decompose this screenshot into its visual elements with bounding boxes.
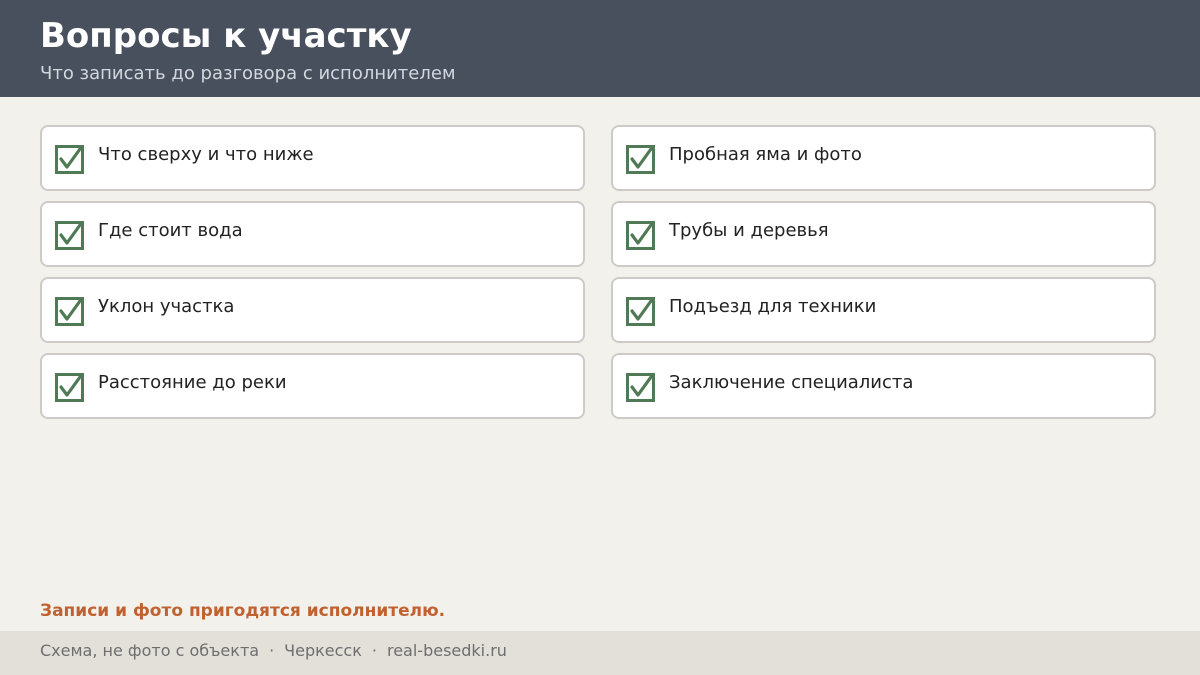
checkbox-checked-icon[interactable] [55,221,84,250]
checklist-item-label: Расстояние до реки [98,372,287,393]
checklist-item-label: Заключение специалиста [669,372,914,393]
footer-separator: · [269,641,275,660]
checklist-item-label: Где стоит вода [98,220,243,241]
checklist-item[interactable]: Подъезд для техники [611,277,1156,343]
checklist-item[interactable]: Где стоит вода [40,201,585,267]
checkbox-checked-icon[interactable] [55,373,84,402]
checklist-item-label: Что сверху и что ниже [98,144,314,165]
checkbox-checked-icon[interactable] [626,221,655,250]
checklist-item-label: Пробная яма и фото [669,144,862,165]
checklist-item[interactable]: Пробная яма и фото [611,125,1156,191]
page-footer: Схема, не фото с объекта · Черкесск · real-b… [0,631,1200,675]
checkbox-checked-icon[interactable] [626,145,655,174]
page-subtitle: Что записать до разговора с исполнителем [40,63,456,84]
checklist-item-label: Трубы и деревья [669,220,829,241]
checklist-item[interactable]: Что сверху и что ниже [40,125,585,191]
footer-caption: Схема, не фото с объекта [40,641,260,660]
footer-line: Схема, не фото с объекта · Черкесск · real-b… [40,640,507,662]
footer-separator: · [371,641,377,660]
footer-city: Черкесск [284,641,362,660]
page-header: Вопросы к участку Что записать до разгов… [0,0,1200,97]
checklist-item-label: Подъезд для техники [669,296,877,317]
checklist-grid: Что сверху и что ниже Пробная яма и фото… [40,125,1156,419]
checkbox-checked-icon[interactable] [626,373,655,402]
page-title: Вопросы к участку [40,16,412,56]
checkbox-checked-icon[interactable] [626,297,655,326]
checkbox-checked-icon[interactable] [55,145,84,174]
checklist-item[interactable]: Уклон участка [40,277,585,343]
checkbox-checked-icon[interactable] [55,297,84,326]
checklist-item-label: Уклон участка [98,296,235,317]
footer-site-link[interactable]: real-besedki.ru [387,641,507,660]
hint-note: Записи и фото пригодятся исполнителю. [40,601,446,621]
checklist-item[interactable]: Трубы и деревья [611,201,1156,267]
checklist-item[interactable]: Заключение специалиста [611,353,1156,419]
checklist-item[interactable]: Расстояние до реки [40,353,585,419]
